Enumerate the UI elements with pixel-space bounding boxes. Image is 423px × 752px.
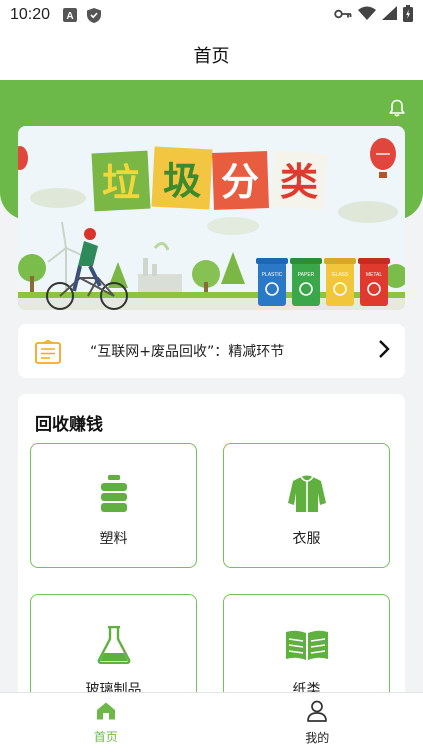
category-label: 衣服 <box>292 531 321 547</box>
tab-label: 我的 <box>305 730 330 745</box>
recycle-section: 回收赚钱 塑料 衣服 玻璃制品 纸类 <box>18 394 405 714</box>
category-label: 塑料 <box>99 531 128 547</box>
battery-icon <box>403 4 413 26</box>
home-icon <box>96 701 116 725</box>
status-bar: 10:20 A <box>0 0 423 30</box>
jacket-icon <box>287 474 327 514</box>
flask-icon <box>97 625 131 665</box>
notice-text: “互联网+废品回收”：精减环节 <box>90 344 285 360</box>
banner-title-tiles: 垃 圾 分 类 <box>91 146 328 212</box>
wifi-icon <box>358 6 376 24</box>
banner-char-1: 垃 <box>102 161 140 205</box>
banner-char-3: 分 <box>221 160 259 204</box>
svg-text:METAL: METAL <box>366 272 383 278</box>
user-icon <box>306 700 328 726</box>
signal-icon <box>382 6 397 24</box>
promo-banner[interactable]: 垃 圾 分 类 PLASTIC PAPER GLASS METAL <box>18 126 405 310</box>
book-icon <box>285 625 329 665</box>
tab-mine[interactable]: 我的 <box>212 693 423 752</box>
notice-bar[interactable]: “互联网+废品回收”：精减环节 <box>18 324 405 378</box>
section-title: 回收赚钱 <box>35 415 103 435</box>
status-time: 10:20 <box>10 6 51 23</box>
bottom-tab-bar: 首页 我的 <box>0 692 423 752</box>
bell-icon[interactable] <box>387 98 407 118</box>
plastic-icon <box>99 474 129 514</box>
page-title: 首页 <box>193 46 230 67</box>
key-icon <box>334 6 352 24</box>
banner-char-4: 类 <box>280 160 318 204</box>
category-plastic[interactable]: 塑料 <box>30 443 197 568</box>
announcement-icon <box>35 339 61 368</box>
svg-text:PAPER: PAPER <box>298 272 315 278</box>
svg-text:PLASTIC: PLASTIC <box>262 272 283 278</box>
shield-icon <box>86 7 102 24</box>
chevron-right-icon[interactable] <box>377 339 391 363</box>
a-icon: A <box>62 7 78 23</box>
app-header: 首页 <box>0 30 423 80</box>
banner-char-2: 圾 <box>163 159 201 203</box>
svg-text:A: A <box>66 11 73 22</box>
tab-label: 首页 <box>93 729 118 744</box>
category-clothes[interactable]: 衣服 <box>223 443 390 568</box>
tab-home[interactable]: 首页 <box>0 693 212 752</box>
svg-text:GLASS: GLASS <box>332 272 349 278</box>
